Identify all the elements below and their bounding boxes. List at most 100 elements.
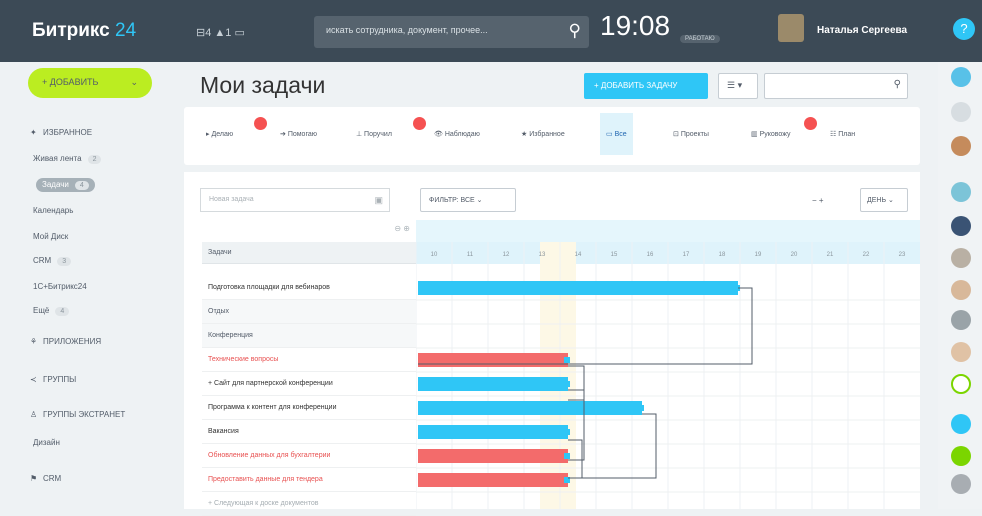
- sidebar-item-extranet[interactable]: ♙ ГРУППЫ ЭКСТРАНЕТ: [30, 410, 125, 419]
- day-label: 19: [755, 252, 762, 258]
- zoom-icon[interactable]: ⊖ ⊕: [394, 224, 410, 233]
- calendar-icon[interactable]: ▣: [374, 195, 383, 206]
- search-icon: ⚲: [893, 79, 901, 90]
- apps-icon: ⚘: [30, 337, 38, 346]
- avatar[interactable]: [951, 248, 971, 268]
- add-task-button[interactable]: + ДОБАВИТЬ ЗАДАЧУ: [584, 73, 708, 99]
- sidebar-item-crm-main[interactable]: ⚑ CRM: [30, 474, 61, 483]
- task-row[interactable]: Вакансия: [202, 420, 416, 444]
- bar-handle[interactable]: [564, 453, 570, 459]
- tab-doing[interactable]: ▸ Делаю: [206, 130, 233, 138]
- task-row[interactable]: Подготовка площадки для вебинаров: [202, 276, 416, 300]
- tab-plan[interactable]: ☷ План: [830, 130, 855, 138]
- help-icon[interactable]: ?: [953, 18, 975, 40]
- phone-icon[interactable]: [951, 446, 971, 466]
- task-row[interactable]: + Следующая к доске документов: [202, 492, 416, 516]
- day-label: 10: [431, 252, 438, 258]
- avatar[interactable]: [951, 310, 971, 330]
- share-icon: ≺: [30, 375, 37, 384]
- day-label: 18: [719, 252, 726, 258]
- user-name[interactable]: Наталья Сергеева: [817, 25, 907, 36]
- bar-handle[interactable]: [564, 357, 570, 363]
- task-row[interactable]: Предоставить данные для тендера: [202, 468, 416, 492]
- tab-all[interactable]: ▭ Все: [600, 113, 633, 155]
- sidebar-item-apps[interactable]: ⚘ ПРИЛОЖЕНИЯ: [30, 337, 101, 346]
- gantt-svg: 10 11 12 13 14 15 16 17 18 19 20 21 22 23: [416, 220, 920, 509]
- task-row[interactable]: + Сайт для партнерской конференции: [202, 372, 416, 396]
- tab-badge: [254, 117, 267, 130]
- search-input[interactable]: искать сотрудника, документ, прочее... ⚲: [314, 16, 589, 48]
- avatar[interactable]: [951, 67, 971, 87]
- counter-badge[interactable]: [951, 374, 971, 394]
- scale-select[interactable]: ДЕНЬ ⌄: [860, 188, 908, 212]
- pin-icon: ✦: [30, 128, 37, 137]
- avatar[interactable]: [951, 216, 971, 236]
- day-label: 22: [863, 252, 870, 258]
- search-icon[interactable]: ⚲: [569, 21, 581, 41]
- task-bar[interactable]: [418, 353, 568, 367]
- avatar[interactable]: [951, 136, 971, 156]
- clock[interactable]: 19:08: [600, 10, 670, 42]
- task-row[interactable]: Обновление данных для бухгалтерии: [202, 444, 416, 468]
- main-content: Мои задачи + ДОБАВИТЬ ЗАДАЧУ ☰ ▾ ⚲ ▸ Дел…: [172, 62, 938, 516]
- day-label: 21: [827, 252, 834, 258]
- bar-handle[interactable]: [564, 381, 570, 387]
- sidebar-item-groups[interactable]: ≺ ГРУППЫ: [30, 375, 76, 384]
- day-label: 23: [899, 252, 906, 258]
- zoom-controls[interactable]: − +: [812, 196, 824, 205]
- task-row[interactable]: Технические вопросы: [202, 348, 416, 372]
- search-icon[interactable]: [951, 102, 971, 122]
- task-list-header: Задачи: [202, 242, 416, 264]
- tab-helping[interactable]: ➔ Помогаю: [280, 130, 317, 138]
- new-task-input[interactable]: Новая задача ▣: [200, 188, 390, 212]
- user-avatar[interactable]: [778, 14, 804, 42]
- day-label: 14: [575, 252, 582, 258]
- work-status[interactable]: РАБОТАЮ: [680, 35, 720, 43]
- filter-search-input[interactable]: ⚲: [764, 73, 908, 99]
- bar-handle[interactable]: [564, 429, 570, 435]
- sidebar-item-1c[interactable]: 1С+Битрикс24: [33, 282, 87, 291]
- sidebar-item-tasks[interactable]: Задачи 4: [36, 178, 95, 192]
- task-row[interactable]: Отдых: [202, 300, 416, 324]
- add-button[interactable]: + ДОБАВИТЬ ⌄: [28, 68, 152, 98]
- task-row[interactable]: Программа к контент для конференции: [202, 396, 416, 420]
- task-list: ⊖ ⊕ Задачи Подготовка площадки для вебин…: [202, 220, 416, 516]
- task-bar[interactable]: [418, 401, 642, 415]
- sidebar-item-crm[interactable]: CRM 3: [33, 256, 72, 266]
- logo[interactable]: Битрикс 24: [32, 20, 136, 42]
- filter-button[interactable]: ФИЛЬТР: ВСЕ ⌄: [420, 188, 516, 212]
- avatar[interactable]: [951, 280, 971, 300]
- task-bar[interactable]: [418, 281, 738, 295]
- tab-badge: [413, 117, 426, 130]
- tab-managing[interactable]: ▥ Руковожу: [751, 130, 790, 138]
- avatar[interactable]: [951, 182, 971, 202]
- day-label: 12: [503, 252, 510, 258]
- view-select[interactable]: ☰ ▾: [718, 73, 758, 99]
- day-label: 15: [611, 252, 618, 258]
- tab-assigned[interactable]: ⊥ Поручил: [356, 130, 392, 138]
- task-bar[interactable]: [418, 449, 568, 463]
- plus-icon[interactable]: [951, 414, 971, 434]
- tab-favorites[interactable]: ★ Избранное: [521, 130, 565, 138]
- notification-icons[interactable]: ⊟4 ▲1 ▭: [196, 26, 245, 39]
- sidebar-item-favorites[interactable]: ✦ ИЗБРАННОЕ: [30, 128, 92, 137]
- task-row[interactable]: Конференция: [202, 324, 416, 348]
- day-label: 17: [683, 252, 690, 258]
- sidebar-item-calendar[interactable]: Календарь: [33, 206, 73, 215]
- sidebar-item-feed[interactable]: Живая лента 2: [33, 154, 102, 164]
- right-bar: [938, 62, 982, 509]
- sidebar-item-more[interactable]: Ещё 4: [33, 306, 70, 316]
- bar-handle[interactable]: [638, 405, 644, 411]
- task-bar[interactable]: [418, 377, 568, 391]
- tab-watching[interactable]: 👁 Наблюдаю: [434, 130, 480, 138]
- settings-icon[interactable]: [951, 474, 971, 494]
- task-bar[interactable]: [418, 425, 568, 439]
- task-bar[interactable]: [418, 473, 568, 487]
- users-icon: ♙: [30, 410, 38, 419]
- sidebar-item-design[interactable]: Дизайн: [33, 438, 60, 447]
- task-tabs: ▸ Делаю ➔ Помогаю ⊥ Поручил 👁 Наблюдаю ★…: [184, 107, 920, 165]
- timeline-top: [416, 220, 920, 242]
- sidebar-item-disk[interactable]: Мой Диск: [33, 232, 68, 241]
- tab-projects[interactable]: ⊡ Проекты: [673, 130, 709, 138]
- avatar[interactable]: [951, 342, 971, 362]
